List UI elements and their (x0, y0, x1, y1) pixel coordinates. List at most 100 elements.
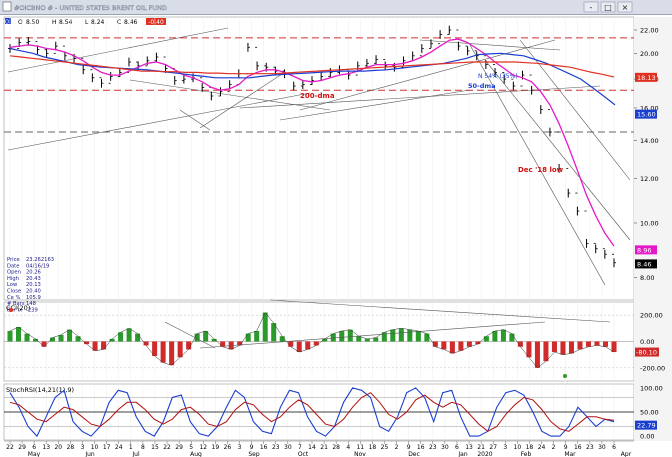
x-day-label-50: 6 (612, 444, 616, 451)
x-month-label-8: Jan (457, 451, 467, 457)
window-control-0[interactable]: - (583, 1, 599, 13)
x-month-label-11: Mar (564, 451, 576, 457)
ohlc-header-6: C (117, 19, 121, 26)
x-day-label-2: 6 (32, 444, 36, 451)
info-value-3: 20.43 (26, 276, 41, 282)
x-day-label-33: 9 (407, 444, 411, 451)
info-label-0: Price (7, 257, 20, 263)
x-month-label-12: Apr (621, 451, 632, 457)
cci-bar (41, 341, 47, 347)
x-day-label-30: 18 (369, 444, 377, 451)
x-month-label-9: 2020 (477, 451, 492, 457)
x-day-label-21: 16 (260, 444, 268, 451)
window-control-2[interactable]: × (617, 1, 633, 13)
info-label-3: High (7, 276, 19, 282)
cci-bar (296, 341, 302, 353)
cci-bar (186, 341, 192, 350)
x-day-label-40: 27 (489, 444, 497, 451)
ohlc-header-5: 8.24 (91, 19, 105, 26)
cci-bar (483, 336, 489, 342)
price-y-label-6: 10.00 (640, 219, 659, 227)
cci-bar (373, 337, 379, 342)
panel-frame-0 (3, 16, 635, 301)
symbol-badge-letter: O (5, 20, 9, 26)
cci-bar (441, 341, 447, 350)
cci-bar (458, 341, 464, 351)
cci-bar (551, 341, 557, 353)
stochrsi-value-tag: 22.79 (637, 422, 656, 430)
info-label-2: Open (7, 270, 21, 276)
cci-bar (611, 341, 617, 353)
price-y-label-4: 14.00 (640, 137, 659, 145)
cci-bar (602, 341, 609, 347)
change-value: -0.40 (148, 19, 164, 26)
info-value-0: 23.262163 (26, 257, 54, 263)
info-value-6: 105.9 (26, 295, 41, 301)
app-icon (2, 1, 12, 12)
x-day-label-49: 30 (598, 444, 606, 451)
cci-bar (424, 333, 430, 342)
cci-bar (466, 341, 472, 347)
cci-bar (577, 341, 583, 350)
cci-bar (585, 341, 591, 347)
cci-bar (135, 333, 141, 342)
x-day-label-23: 30 (284, 444, 292, 451)
x-day-label-29: 11 (356, 444, 364, 451)
x-day-label-35: 23 (429, 444, 437, 451)
info-value-5: 20.40 (26, 289, 41, 295)
cci-bar (568, 341, 574, 354)
x-month-label-6: Nov (354, 451, 366, 457)
x-day-label-3: 13 (42, 444, 50, 451)
cci-bar (339, 330, 345, 342)
window-title: #OICBNO # - UNITED STATES BRENT OIL FUND (14, 4, 167, 12)
x-day-label-38: 13 (465, 444, 473, 451)
x-day-label-39: 21 (477, 444, 485, 451)
cci-bar (543, 341, 549, 362)
x-day-label-42: 10 (514, 444, 522, 451)
x-day-label-28: 4 (346, 444, 350, 451)
info-label-1: Date (7, 263, 19, 269)
info-value-4: 20.13 (26, 282, 41, 288)
x-day-label-43: 18 (526, 444, 534, 451)
annotation-fib: N 54% (35%) (478, 73, 518, 80)
cci-bar (594, 341, 600, 346)
cci-bar (7, 330, 13, 342)
x-day-label-13: 22 (163, 444, 171, 451)
cci-bar (160, 341, 166, 363)
cci-bar (33, 338, 39, 342)
x-day-label-4: 20 (54, 444, 62, 451)
price-tag-3: 8.46 (637, 260, 651, 268)
x-day-label-17: 19 (212, 444, 220, 451)
x-day-label-19: 3 (238, 444, 242, 451)
x-month-label-5: Oct (298, 451, 309, 457)
window-control-1[interactable]: □ (600, 1, 616, 13)
x-day-label-27: 28 (332, 444, 340, 451)
x-day-label-32: 2 (395, 444, 399, 451)
x-day-label-25: 14 (308, 444, 316, 451)
x-day-label-6: 3 (81, 444, 85, 451)
window-control-glyph: - (590, 3, 593, 12)
cci-bar (407, 329, 413, 342)
price-tag-2: 8.96 (637, 246, 651, 254)
cci-bar (254, 330, 260, 342)
cci-bar (492, 330, 498, 342)
cci-value-tag: -80.10 (636, 349, 657, 357)
x-day-label-24: 7 (298, 444, 302, 451)
info-value-2: 20.26 (26, 270, 41, 276)
price-tag-1: 15.60 (637, 111, 656, 119)
x-month-label-2: Jul (131, 451, 140, 457)
annotation-200dma: 200-dma (300, 92, 335, 100)
x-day-label-22: 23 (272, 444, 280, 451)
info-label-6: Ce % (7, 295, 20, 301)
x-day-label-34: 16 (417, 444, 425, 451)
x-day-label-5: 28 (67, 444, 75, 451)
x-month-label-0: May (28, 451, 41, 457)
x-day-label-0: 22 (6, 444, 14, 451)
cci-bar (288, 341, 294, 347)
cci-bar (305, 341, 311, 350)
x-day-label-14: 29 (175, 444, 183, 451)
x-month-label-7: Dec (408, 451, 420, 457)
cci-bar (313, 341, 319, 346)
price-y-label-7: 8.00 (640, 274, 654, 282)
chart-svg: #OICBNO # - UNITED STATES BRENT OIL FUND… (2, 1, 672, 457)
